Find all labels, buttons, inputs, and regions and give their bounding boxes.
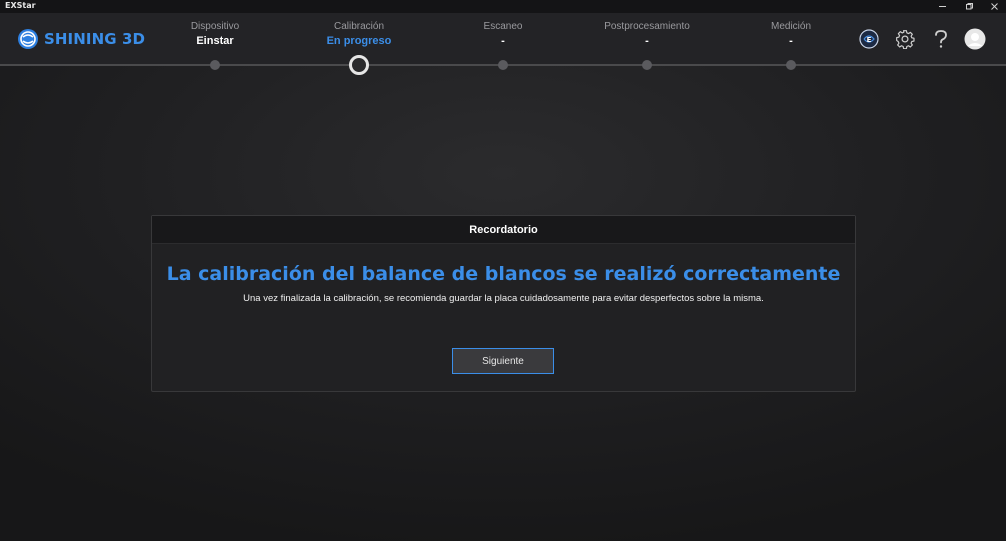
step-dot-escaneo (498, 60, 508, 70)
step-label: Dispositivo (190, 21, 240, 32)
step-dispositivo: Dispositivo Einstar (135, 21, 295, 47)
restore-icon[interactable] (958, 0, 980, 13)
brand-name: SHINING 3D (44, 30, 146, 48)
user-avatar-icon[interactable] (963, 27, 987, 51)
step-status: En progreso (326, 35, 392, 47)
reminder-dialog: Recordatorio La calibración del balance … (151, 215, 856, 392)
step-dot-postprocesamiento (642, 60, 652, 70)
top-header: SHINING 3D Dispositivo Einstar Calibraci… (0, 13, 1006, 75)
step-dot-dispositivo (210, 60, 220, 70)
dialog-message: Una vez finalizada la calibración, se re… (243, 293, 764, 304)
step-status: - (501, 35, 505, 47)
step-label: Medición (770, 21, 812, 32)
step-label: Postprocesamiento (604, 21, 690, 32)
gear-icon[interactable] (894, 28, 916, 50)
step-medicion: Medición - (711, 21, 871, 47)
help-icon[interactable] (930, 28, 952, 50)
brand-logo: SHINING 3D (17, 28, 145, 50)
step-dot-calibracion-active (349, 55, 369, 75)
close-icon[interactable] (983, 0, 1005, 13)
window-titlebar: EXStar (0, 0, 1006, 13)
step-label: Escaneo (483, 21, 523, 32)
dialog-title: La calibración del balance de blancos se… (166, 263, 841, 285)
step-status: - (645, 35, 649, 47)
step-label: Calibración (333, 21, 385, 32)
exstar-logo-icon[interactable]: E (858, 28, 880, 50)
step-dot-medicion (786, 60, 796, 70)
minimize-icon[interactable] (931, 0, 953, 13)
svg-text:E: E (867, 36, 872, 44)
dialog-header: Recordatorio (152, 216, 855, 244)
next-button[interactable]: Siguiente (452, 348, 554, 374)
step-postprocesamiento: Postprocesamiento - (567, 21, 727, 47)
step-escaneo: Escaneo - (423, 21, 583, 47)
step-calibracion: Calibración En progreso (279, 21, 439, 47)
step-status: - (789, 35, 793, 47)
step-status: Einstar (196, 35, 234, 47)
app-title: EXStar (5, 1, 36, 10)
shining3d-logo-icon (18, 29, 38, 49)
